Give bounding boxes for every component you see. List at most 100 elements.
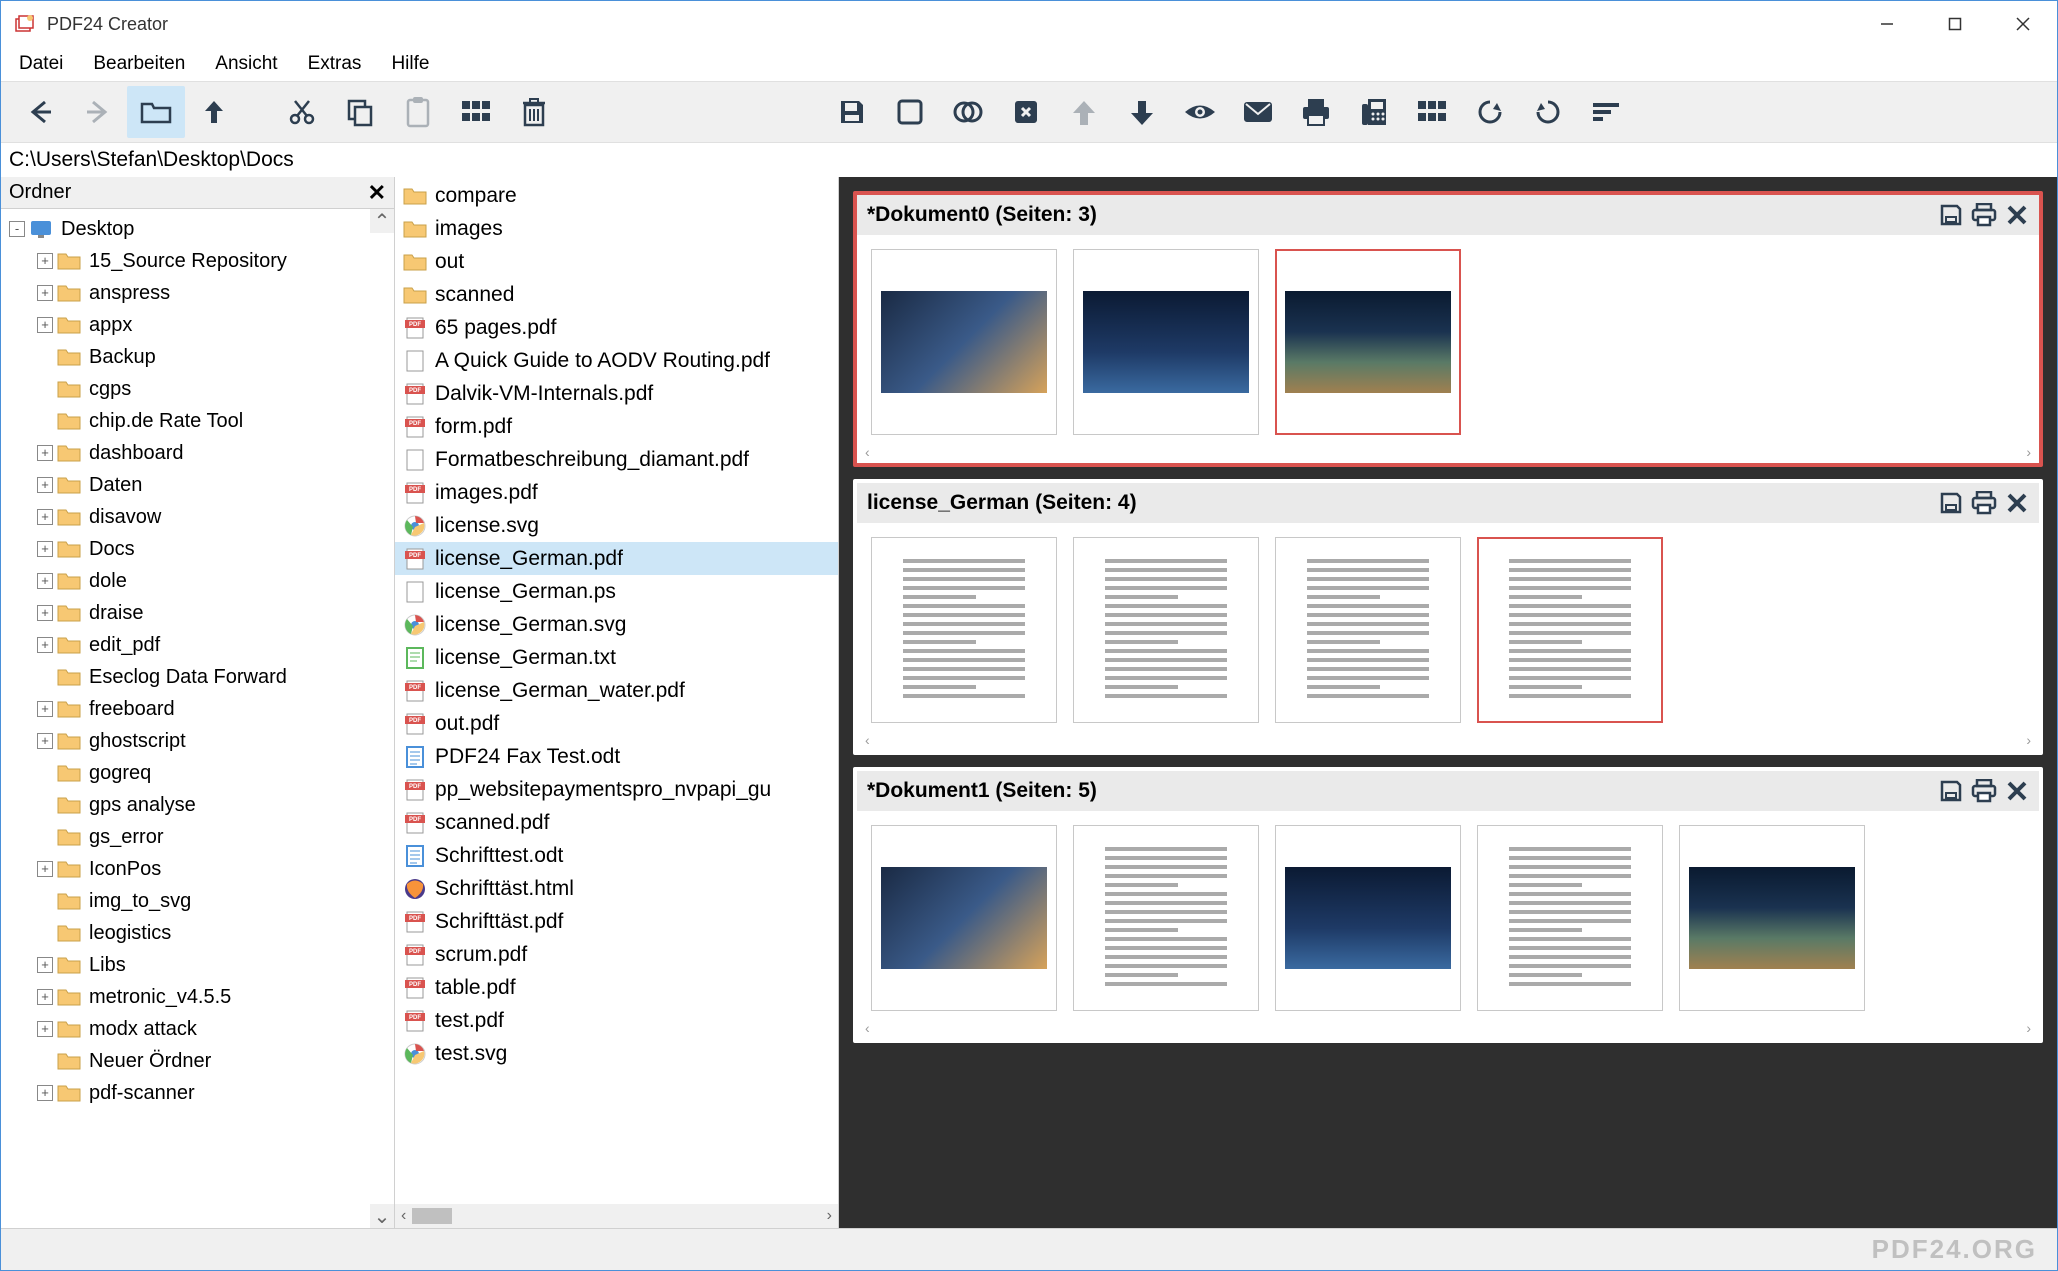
expand-toggle-icon[interactable]: + <box>37 541 53 557</box>
menu-extras[interactable]: Extras <box>308 53 362 75</box>
doc-print-icon[interactable] <box>1971 779 1997 803</box>
file-item[interactable]: license_German.ps <box>395 575 838 608</box>
file-item[interactable]: PDFscrum.pdf <box>395 938 838 971</box>
tree-item[interactable]: +anspress <box>1 277 394 309</box>
file-item[interactable]: PDFDalvik-VM-Internals.pdf <box>395 377 838 410</box>
tree-item[interactable]: gogreq <box>1 757 394 789</box>
tree-item[interactable]: +Docs <box>1 533 394 565</box>
close-button[interactable] <box>1989 2 2057 46</box>
page-thumbnail[interactable] <box>1477 825 1663 1011</box>
doc-close-icon[interactable] <box>2005 491 2029 515</box>
open-folder-button[interactable] <box>127 86 185 138</box>
menu-ansicht[interactable]: Ansicht <box>215 53 277 75</box>
document-panel[interactable]: *Dokument1 (Seiten: 5)‹› <box>853 767 2043 1043</box>
back-button[interactable] <box>11 86 69 138</box>
document-panel[interactable]: *Dokument0 (Seiten: 3)‹› <box>853 191 2043 467</box>
document-panel[interactable]: license_German (Seiten: 4)‹› <box>853 479 2043 755</box>
tree-item[interactable]: +metronic_v4.5.5 <box>1 981 394 1013</box>
page-thumbnail[interactable] <box>1275 537 1461 723</box>
merge-button[interactable] <box>939 86 997 138</box>
delete-button[interactable] <box>505 86 563 138</box>
tree-item[interactable]: +IconPos <box>1 853 394 885</box>
file-item[interactable]: license_German.txt <box>395 641 838 674</box>
tree-item[interactable]: +ghostscript <box>1 725 394 757</box>
remove-page-button[interactable] <box>997 86 1055 138</box>
scroll-right-icon[interactable]: › <box>2026 444 2031 460</box>
scroll-right-icon[interactable]: › <box>2026 732 2031 748</box>
doc-scrollbar[interactable]: ‹› <box>857 729 2039 751</box>
file-item[interactable]: PDFlicense_German.pdf <box>395 542 838 575</box>
doc-scrollbar[interactable]: ‹› <box>857 441 2039 463</box>
tree-item[interactable]: -Desktop <box>1 213 394 245</box>
scroll-right-icon[interactable]: › <box>827 1207 832 1225</box>
expand-toggle-icon[interactable]: + <box>37 253 53 269</box>
expand-toggle-icon[interactable]: + <box>37 861 53 877</box>
doc-scrollbar[interactable]: ‹› <box>857 1017 2039 1039</box>
doc-close-icon[interactable] <box>2005 203 2029 227</box>
tree-item[interactable]: +appx <box>1 309 394 341</box>
tree-item[interactable]: +pdf-scanner <box>1 1077 394 1109</box>
menu-datei[interactable]: Datei <box>19 53 63 75</box>
scroll-down-icon[interactable]: ⌄ <box>370 1204 394 1228</box>
file-item[interactable]: images <box>395 212 838 245</box>
doc-save-icon[interactable] <box>1939 491 1963 515</box>
grid-view-button[interactable] <box>447 86 505 138</box>
scroll-left-icon[interactable]: ‹ <box>865 1020 870 1036</box>
scroll-left-icon[interactable]: ‹ <box>401 1207 406 1225</box>
file-item[interactable]: PDFform.pdf <box>395 410 838 443</box>
page-thumbnail[interactable] <box>871 249 1057 435</box>
file-item[interactable]: license_German.svg <box>395 608 838 641</box>
print-button[interactable] <box>1287 86 1345 138</box>
file-item[interactable]: PDFout.pdf <box>395 707 838 740</box>
expand-toggle-icon[interactable]: + <box>37 733 53 749</box>
expand-toggle-icon[interactable]: + <box>37 477 53 493</box>
copy-button[interactable] <box>331 86 389 138</box>
scroll-right-icon[interactable]: › <box>2026 1020 2031 1036</box>
file-item[interactable]: Schrifttäst.html <box>395 872 838 905</box>
page-thumbnail[interactable] <box>1073 537 1259 723</box>
rotate-left-button[interactable] <box>1461 86 1519 138</box>
file-item[interactable]: PDFtable.pdf <box>395 971 838 1004</box>
horizontal-scrollbar[interactable]: ‹ › <box>395 1204 838 1228</box>
tree-item[interactable]: +15_Source Repository <box>1 245 394 277</box>
file-list[interactable]: compareimagesoutscannedPDF65 pages.pdfA … <box>395 177 838 1204</box>
current-path[interactable]: C:\Users\Stefan\Desktop\Docs <box>9 148 294 172</box>
tree-item[interactable]: gps analyse <box>1 789 394 821</box>
expand-toggle-icon[interactable]: - <box>9 221 25 237</box>
menu-hilfe[interactable]: Hilfe <box>391 53 429 75</box>
expand-toggle-icon[interactable]: + <box>37 509 53 525</box>
folder-tree[interactable]: ⌃ ⌄ -Desktop+15_Source Repository+anspre… <box>1 209 394 1228</box>
scroll-left-icon[interactable]: ‹ <box>865 444 870 460</box>
preview-button[interactable] <box>1171 86 1229 138</box>
file-item[interactable]: A Quick Guide to AODV Routing.pdf <box>395 344 838 377</box>
page-thumbnail[interactable] <box>1679 825 1865 1011</box>
maximize-button[interactable] <box>1921 2 1989 46</box>
expand-toggle-icon[interactable]: + <box>37 1021 53 1037</box>
file-item[interactable]: out <box>395 245 838 278</box>
page-thumbnail[interactable] <box>1275 825 1461 1011</box>
tree-item[interactable]: +disavow <box>1 501 394 533</box>
menu-bearbeiten[interactable]: Bearbeiten <box>93 53 185 75</box>
expand-toggle-icon[interactable]: + <box>37 1085 53 1101</box>
page-thumbnail[interactable] <box>871 537 1057 723</box>
expand-toggle-icon[interactable]: + <box>37 989 53 1005</box>
paste-button[interactable] <box>389 86 447 138</box>
file-item[interactable]: PDFlicense_German_water.pdf <box>395 674 838 707</box>
save-button[interactable] <box>823 86 881 138</box>
tree-item[interactable]: +edit_pdf <box>1 629 394 661</box>
tree-item[interactable]: chip.de Rate Tool <box>1 405 394 437</box>
doc-close-icon[interactable] <box>2005 779 2029 803</box>
tree-item[interactable]: +dole <box>1 565 394 597</box>
tree-item[interactable]: +Daten <box>1 469 394 501</box>
doc-print-icon[interactable] <box>1971 491 1997 515</box>
file-item[interactable]: PDF65 pages.pdf <box>395 311 838 344</box>
tree-item[interactable]: Neuer Ördner <box>1 1045 394 1077</box>
tree-item[interactable]: +dashboard <box>1 437 394 469</box>
sort-button[interactable] <box>1577 86 1635 138</box>
page-thumbnail[interactable] <box>1073 825 1259 1011</box>
file-item[interactable]: PDF24 Fax Test.odt <box>395 740 838 773</box>
expand-toggle-icon[interactable]: + <box>37 637 53 653</box>
expand-toggle-icon[interactable]: + <box>37 605 53 621</box>
email-button[interactable] <box>1229 86 1287 138</box>
file-item[interactable]: PDFimages.pdf <box>395 476 838 509</box>
